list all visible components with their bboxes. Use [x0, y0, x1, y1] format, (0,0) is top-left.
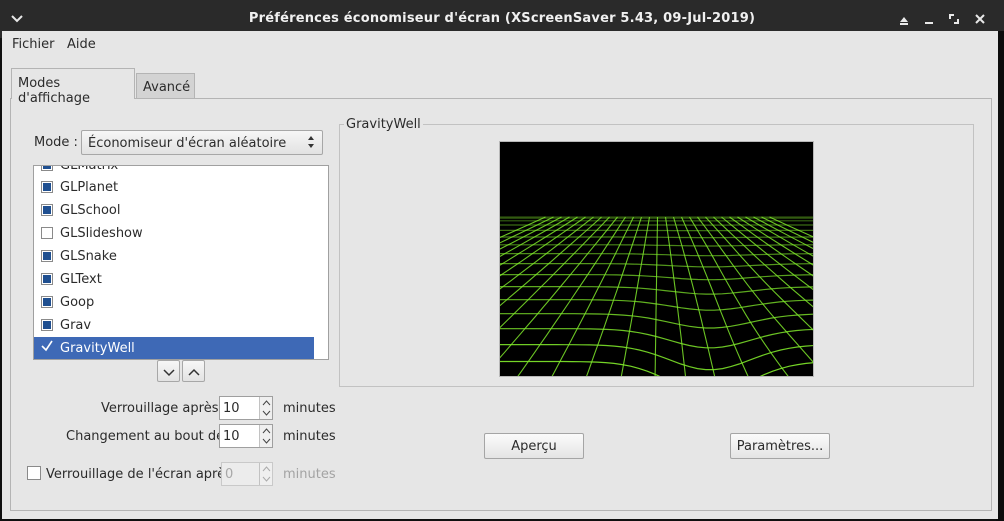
list-item[interactable]: GLPlanet	[34, 176, 314, 199]
move-up-button[interactable]	[182, 360, 205, 382]
list-item-label: GLText	[60, 272, 102, 287]
list-item-label: GLMatrix	[60, 165, 119, 173]
menu-file[interactable]: Fichier	[12, 37, 55, 52]
grid-line	[500, 313, 813, 329]
chevron-down-icon	[163, 366, 175, 381]
cycle-after-label: Changement au bout de	[66, 429, 225, 444]
mode-select-value: Économiseur d'écran aléatoire	[88, 136, 287, 151]
menu-help[interactable]: Aide	[67, 37, 96, 52]
chevron-up-icon	[188, 366, 200, 381]
checkbox[interactable]	[41, 273, 53, 285]
checkmark-icon[interactable]	[40, 339, 54, 357]
list-item-selected[interactable]: GravityWell	[34, 337, 314, 359]
cycle-after-spinbox[interactable]: 10	[219, 424, 273, 448]
screensaver-list[interactable]: GLMatrix GLPlanet GLSchool GLSlideshow G…	[33, 165, 329, 360]
menubar: Fichier Aide	[2, 31, 998, 57]
settings-button-label: Paramètres...	[736, 439, 824, 454]
checkbox[interactable]	[41, 250, 53, 262]
list-item-label: GravityWell	[60, 341, 135, 356]
grid-line	[737, 216, 813, 266]
minimize-icon[interactable]	[920, 10, 938, 28]
list-item[interactable]: Grav	[34, 314, 314, 337]
preview-button[interactable]: Aperçu	[484, 433, 584, 459]
grid-line	[654, 216, 659, 376]
lock-after-spinbox[interactable]: 10	[219, 396, 273, 420]
list-item-label: GLSchool	[60, 203, 121, 218]
list-item-label: GLPlanet	[60, 180, 119, 195]
screen-lock-label: Verrouillage de l'écran après	[46, 467, 232, 482]
grid-line	[664, 216, 687, 376]
lock-after-unit: minutes	[283, 401, 336, 416]
spin-arrows-icon[interactable]	[259, 397, 272, 419]
mode-select[interactable]: Économiseur d'écran aléatoire	[81, 130, 323, 155]
preview-frame-label: GravityWell	[344, 117, 423, 132]
list-item[interactable]: GLText	[34, 268, 314, 291]
spin-arrows-icon	[259, 463, 272, 485]
move-down-button[interactable]	[157, 360, 180, 382]
grid-line	[769, 216, 813, 238]
grid-line	[500, 216, 618, 359]
grid-line	[689, 216, 789, 376]
grid-line	[500, 344, 813, 371]
checkbox[interactable]	[41, 296, 53, 308]
tab-advanced-label: Avancé	[143, 80, 191, 95]
preview-button-label: Aperçu	[511, 439, 557, 454]
lock-after-value: 10	[223, 401, 240, 416]
list-item[interactable]: Goop	[34, 291, 314, 314]
list-item-label: Goop	[60, 295, 95, 310]
grid-line	[500, 216, 594, 290]
checkbox[interactable]	[41, 181, 53, 193]
spin-arrows-icon[interactable]	[259, 425, 272, 447]
checkbox[interactable]	[41, 166, 53, 171]
screen-lock-checkbox[interactable]	[27, 466, 41, 480]
list-item-label: GLSlideshow	[60, 226, 143, 241]
grid-line	[500, 360, 813, 376]
settings-button[interactable]: Paramètres...	[730, 433, 830, 459]
cycle-after-unit: minutes	[283, 429, 336, 444]
grid-line	[500, 216, 578, 266]
cycle-after-value: 10	[223, 429, 240, 444]
tab-display-modes-label: Modes d'affichage	[18, 76, 90, 106]
list-item[interactable]: GLSchool	[34, 199, 314, 222]
maximize-icon[interactable]	[945, 10, 963, 28]
screen-lock-unit: minutes	[283, 467, 336, 482]
grid-line	[672, 216, 716, 376]
shade-icon[interactable]	[895, 10, 913, 28]
grid-line	[680, 216, 749, 376]
list-item-label: Grav	[60, 318, 92, 333]
window-title: Préférences économiseur d'écran (XScreen…	[248, 11, 756, 26]
lock-after-label: Verrouillage après	[101, 401, 219, 416]
combo-arrows-icon	[306, 134, 316, 154]
list-item[interactable]: GLSnake	[34, 245, 314, 268]
checkbox[interactable]	[41, 227, 53, 239]
list-item-label: GLSnake	[60, 249, 117, 264]
grid-line	[500, 286, 813, 295]
mode-label: Mode :	[34, 135, 78, 150]
close-icon[interactable]	[971, 10, 989, 28]
tab-display-modes[interactable]: Modes d'affichage	[11, 68, 135, 106]
checkbox[interactable]	[41, 204, 53, 216]
gravity-well-render	[500, 216, 813, 376]
screen-lock-spinbox: 0	[221, 462, 273, 486]
checkbox[interactable]	[41, 319, 53, 331]
screen-lock-value: 0	[225, 467, 234, 482]
preview-image	[499, 141, 814, 377]
tab-advanced[interactable]: Avancé	[136, 73, 195, 99]
list-item[interactable]: GLSlideshow	[34, 222, 314, 245]
